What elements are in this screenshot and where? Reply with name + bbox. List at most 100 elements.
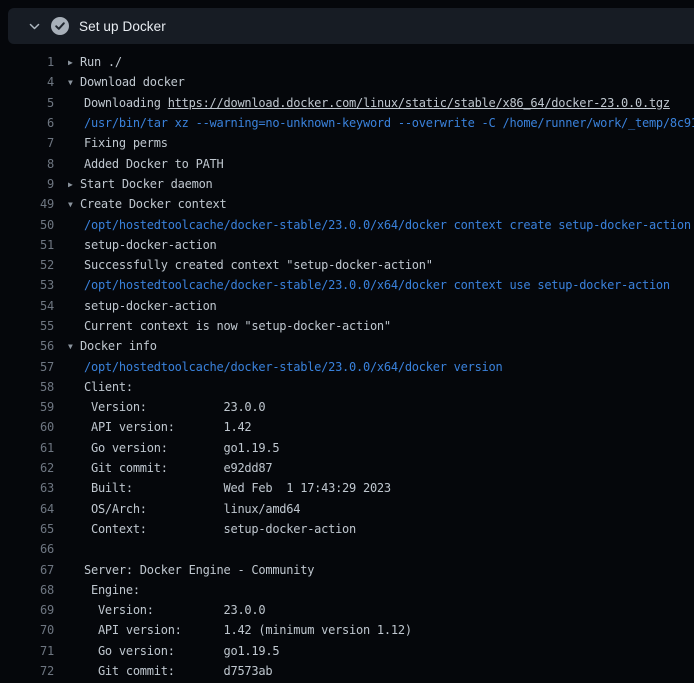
log-row: 54setup-docker-action [0, 296, 694, 316]
line-number[interactable]: 7 [16, 136, 54, 150]
line-number[interactable]: 53 [16, 278, 54, 292]
group-label: Docker info [80, 339, 157, 353]
arrow-down-icon[interactable]: ▼ [68, 342, 80, 351]
log-row: 72 Git commit: d7573ab [0, 661, 694, 681]
line-number[interactable]: 49 [16, 197, 54, 211]
line-number[interactable]: 6 [16, 116, 54, 130]
line-number[interactable]: 70 [16, 623, 54, 637]
line-number[interactable]: 72 [16, 664, 54, 678]
log-row: 7Fixing perms [0, 133, 694, 153]
log-group-toggle[interactable]: ▶Run ./ [54, 55, 694, 69]
line-number[interactable]: 1 [16, 55, 54, 69]
log-line: Git commit: e92dd87 [54, 461, 694, 475]
group-label: Run ./ [80, 55, 122, 69]
log-line: Go version: go1.19.5 [54, 441, 694, 455]
line-number[interactable]: 51 [16, 238, 54, 252]
line-number[interactable]: 59 [16, 400, 54, 414]
log-line: Version: 23.0.0 [54, 400, 694, 414]
log-row: 61 Go version: go1.19.5 [0, 438, 694, 458]
line-number[interactable]: 58 [16, 380, 54, 394]
log-line: API version: 1.42 [54, 420, 694, 434]
line-number[interactable]: 4 [16, 75, 54, 89]
log-group-toggle[interactable]: ▼Docker info [54, 339, 694, 353]
log-group-toggle[interactable]: ▶Start Docker daemon [54, 177, 694, 191]
log-row: 59 Version: 23.0.0 [0, 397, 694, 417]
log-row: 70 API version: 1.42 (minimum version 1.… [0, 620, 694, 640]
log-row: 55Current context is now "setup-docker-a… [0, 316, 694, 336]
log-line-prefix: Downloading [84, 96, 168, 110]
log-line: /opt/hostedtoolcache/docker-stable/23.0.… [54, 360, 694, 374]
line-number[interactable]: 57 [16, 360, 54, 374]
log-row: 68 Engine: [0, 580, 694, 600]
line-number[interactable]: 62 [16, 461, 54, 475]
line-number[interactable]: 8 [16, 157, 54, 171]
log-row: 58Client: [0, 377, 694, 397]
log-row: 67Server: Docker Engine - Community [0, 559, 694, 579]
check-circle-icon [51, 17, 69, 35]
line-number[interactable]: 63 [16, 481, 54, 495]
log-row: 64 OS/Arch: linux/amd64 [0, 499, 694, 519]
log-row: 71 Go version: go1.19.5 [0, 641, 694, 661]
line-number[interactable]: 69 [16, 603, 54, 617]
log-link[interactable]: https://download.docker.com/linux/static… [168, 96, 670, 110]
line-number[interactable]: 56 [16, 339, 54, 353]
line-number[interactable]: 60 [16, 420, 54, 434]
log-line: setup-docker-action [54, 299, 694, 313]
line-number[interactable]: 71 [16, 644, 54, 658]
log-row: 65 Context: setup-docker-action [0, 519, 694, 539]
log-line: Context: setup-docker-action [54, 522, 694, 536]
line-number[interactable]: 64 [16, 502, 54, 516]
line-number[interactable]: 54 [16, 299, 54, 313]
line-number[interactable]: 66 [16, 542, 54, 556]
line-number[interactable]: 61 [16, 441, 54, 455]
line-number[interactable]: 67 [16, 563, 54, 577]
group-label: Create Docker context [80, 197, 226, 211]
arrow-right-icon[interactable]: ▶ [68, 58, 80, 67]
log-line: /usr/bin/tar xz --warning=no-unknown-key… [54, 116, 694, 130]
line-number[interactable]: 68 [16, 583, 54, 597]
log-line: Current context is now "setup-docker-act… [54, 319, 694, 333]
log-group-toggle[interactable]: ▼Create Docker context [54, 197, 694, 211]
log-row: 49▼Create Docker context [0, 194, 694, 214]
log-row: 8Added Docker to PATH [0, 153, 694, 173]
arrow-down-icon[interactable]: ▼ [68, 200, 80, 209]
log-line: Engine: [54, 583, 694, 597]
log-row: 5Downloading https://download.docker.com… [0, 93, 694, 113]
line-number[interactable]: 55 [16, 319, 54, 333]
log-line: Added Docker to PATH [54, 157, 694, 171]
log-line: Downloading https://download.docker.com/… [54, 96, 694, 110]
log-rows: 1▶Run ./4▼Download docker5Downloading ht… [0, 44, 694, 681]
log-line: Fixing perms [54, 136, 694, 150]
group-label: Start Docker daemon [80, 177, 213, 191]
line-number[interactable]: 65 [16, 522, 54, 536]
log-row: 66 [0, 539, 694, 559]
log-line: Git commit: d7573ab [54, 664, 694, 678]
log-group-toggle[interactable]: ▼Download docker [54, 75, 694, 89]
log-row: 56▼Docker info [0, 336, 694, 356]
log-line: Client: [54, 380, 694, 394]
arrow-down-icon[interactable]: ▼ [68, 78, 80, 87]
log-row: 60 API version: 1.42 [0, 417, 694, 437]
line-number[interactable]: 5 [16, 96, 54, 110]
log-line: Version: 23.0.0 [54, 603, 694, 617]
log-row: 69 Version: 23.0.0 [0, 600, 694, 620]
log-row: 9▶Start Docker daemon [0, 174, 694, 194]
log-row: 6/usr/bin/tar xz --warning=no-unknown-ke… [0, 113, 694, 133]
log-row: 63 Built: Wed Feb 1 17:43:29 2023 [0, 478, 694, 498]
log-row: 53/opt/hostedtoolcache/docker-stable/23.… [0, 275, 694, 295]
log-line: API version: 1.42 (minimum version 1.12) [54, 623, 694, 637]
log-row: 51setup-docker-action [0, 235, 694, 255]
chevron-down-icon[interactable] [27, 19, 41, 33]
log-line: Built: Wed Feb 1 17:43:29 2023 [54, 481, 694, 495]
line-number[interactable]: 52 [16, 258, 54, 272]
log-row: 50/opt/hostedtoolcache/docker-stable/23.… [0, 214, 694, 234]
log-row: 52Successfully created context "setup-do… [0, 255, 694, 275]
log-line: setup-docker-action [54, 238, 694, 252]
step-header[interactable]: Set up Docker [8, 8, 694, 44]
log-line: Go version: go1.19.5 [54, 644, 694, 658]
log-row: 57/opt/hostedtoolcache/docker-stable/23.… [0, 356, 694, 376]
arrow-right-icon[interactable]: ▶ [68, 180, 80, 189]
log-line: Successfully created context "setup-dock… [54, 258, 694, 272]
line-number[interactable]: 9 [16, 177, 54, 191]
line-number[interactable]: 50 [16, 218, 54, 232]
